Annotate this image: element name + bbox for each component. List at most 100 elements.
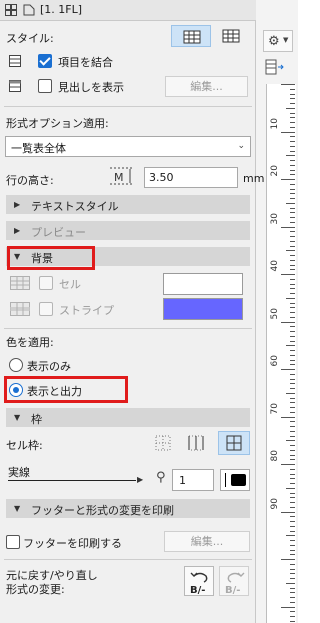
row-height-input[interactable]: 3.50 <box>144 167 238 188</box>
panel-titlebar: [1. 1FL] <box>0 0 256 21</box>
cell-color-swatch[interactable] <box>163 273 243 295</box>
ruler-tick <box>281 464 295 465</box>
ruler-tick <box>290 373 295 375</box>
style-grid-button-active[interactable] <box>171 25 211 47</box>
ruler-tick <box>281 369 295 370</box>
frame-vertical-button[interactable] <box>184 432 208 454</box>
ruler-tick <box>290 454 295 456</box>
ruler-tick <box>290 445 295 446</box>
show-headers-checkbox[interactable] <box>38 79 52 93</box>
ruler-tick <box>290 245 295 247</box>
show-headers-icon <box>9 80 21 95</box>
ruler-label: 10 <box>270 117 280 129</box>
ruler-tick <box>290 516 295 518</box>
ruler-tick <box>290 502 295 503</box>
ruler-tick <box>290 340 295 342</box>
ruler-tick <box>290 136 295 138</box>
ruler-tick <box>286 582 295 584</box>
line-type-dropdown[interactable]: 実線 ▶ <box>6 462 146 488</box>
divider <box>4 328 252 329</box>
pen-number-input[interactable]: 1 <box>172 469 214 491</box>
ruler-tick <box>290 378 295 380</box>
redo-icon: B/- <box>225 572 245 596</box>
chevron-down-icon: ▼ <box>283 36 289 44</box>
settings-gear-button[interactable]: ⚙ ▼ <box>263 30 293 52</box>
frame-all-button-active[interactable] <box>218 431 250 455</box>
ruler-tick <box>290 264 295 266</box>
ruler-tick <box>290 506 295 508</box>
stripe-color-swatch[interactable] <box>163 298 243 320</box>
grid-view-icon[interactable] <box>5 4 17 16</box>
pen-color-divider <box>225 473 226 487</box>
ruler-tick <box>286 345 295 347</box>
ruler-label: 80 <box>270 450 280 462</box>
ruler-tick <box>286 297 295 299</box>
chevron-right-icon: ▶ <box>14 226 21 235</box>
print-footer-checkbox[interactable] <box>6 535 20 549</box>
ruler-tick <box>290 587 295 589</box>
ruler-tick <box>290 402 295 404</box>
highlight-background-section <box>7 246 95 270</box>
ruler-tick <box>290 407 295 408</box>
ruler-tick <box>290 331 295 332</box>
ruler-tick <box>290 521 295 522</box>
ruler-label: 70 <box>270 402 280 414</box>
section-text-style-label: テキストスタイル <box>31 200 119 213</box>
ruler-tick <box>290 483 295 484</box>
ruler-tick <box>290 188 295 190</box>
ruler-tick <box>290 554 295 556</box>
ruler-tick <box>290 312 295 313</box>
insert-column-button[interactable] <box>263 58 289 80</box>
ruler-tick <box>290 473 295 475</box>
ruler-tick <box>286 250 295 252</box>
chevron-right-icon: ▶ <box>137 475 144 484</box>
line-sample <box>8 480 136 481</box>
section-footer[interactable]: ▼ フッターと形式の変更を印刷 <box>6 499 250 518</box>
ruler-tick <box>290 98 295 100</box>
ruler-tick <box>290 611 295 613</box>
ruler-tick <box>290 122 295 123</box>
format-options-dropdown[interactable]: 一覧表全体 ⌄ <box>5 136 251 157</box>
ruler-tick <box>290 164 295 166</box>
ruler-tick <box>290 620 295 622</box>
footer-edit-button[interactable]: 編集... <box>164 531 250 552</box>
section-preview[interactable]: ▶ プレビュー <box>6 221 250 240</box>
undo-button[interactable]: B/- <box>184 566 214 596</box>
row-height-label: 行の高さ: <box>6 174 54 187</box>
merge-items-icon <box>9 55 21 70</box>
ruler-tick <box>290 169 295 171</box>
ruler-tick <box>290 217 295 218</box>
pen-color-button[interactable] <box>220 469 250 491</box>
ruler-tick <box>290 568 295 570</box>
ruler-tick <box>290 174 295 176</box>
ruler-tick <box>290 350 295 351</box>
ruler-tick <box>290 525 295 527</box>
ruler-tick <box>290 430 295 432</box>
redo-button[interactable]: B/- <box>219 566 249 596</box>
ruler-tick <box>290 283 295 285</box>
ruler-tick <box>286 440 295 442</box>
merge-items-checkbox[interactable] <box>38 54 52 68</box>
table-grid-icon <box>183 30 201 44</box>
floor-plan-icon <box>23 4 35 16</box>
ruler-tick <box>290 478 295 480</box>
ruler-tick <box>290 236 295 237</box>
ruler-label: 40 <box>270 260 280 272</box>
chevron-down-icon: ⌄ <box>237 141 245 151</box>
merge-items-label: 項目を結合 <box>58 56 113 69</box>
ruler-tick <box>290 383 295 385</box>
ruler-tick <box>290 112 295 114</box>
cell-color-checkbox[interactable] <box>39 276 53 290</box>
ruler-tick <box>290 269 295 271</box>
stripe-color-checkbox[interactable] <box>39 302 53 316</box>
ruler-label: 20 <box>270 165 280 177</box>
headers-edit-button[interactable]: 編集... <box>165 76 248 97</box>
section-frame[interactable]: ▼ 枠 <box>6 408 250 427</box>
ruler-tick <box>290 302 295 304</box>
pen-number-value: 1 <box>179 474 186 487</box>
ruler-tick <box>290 221 295 223</box>
section-text-style[interactable]: ▶ テキストスタイル <box>6 195 250 214</box>
frame-none-button[interactable] <box>151 432 175 454</box>
display-only-radio[interactable] <box>9 358 23 372</box>
style-grid-button[interactable] <box>212 25 250 47</box>
